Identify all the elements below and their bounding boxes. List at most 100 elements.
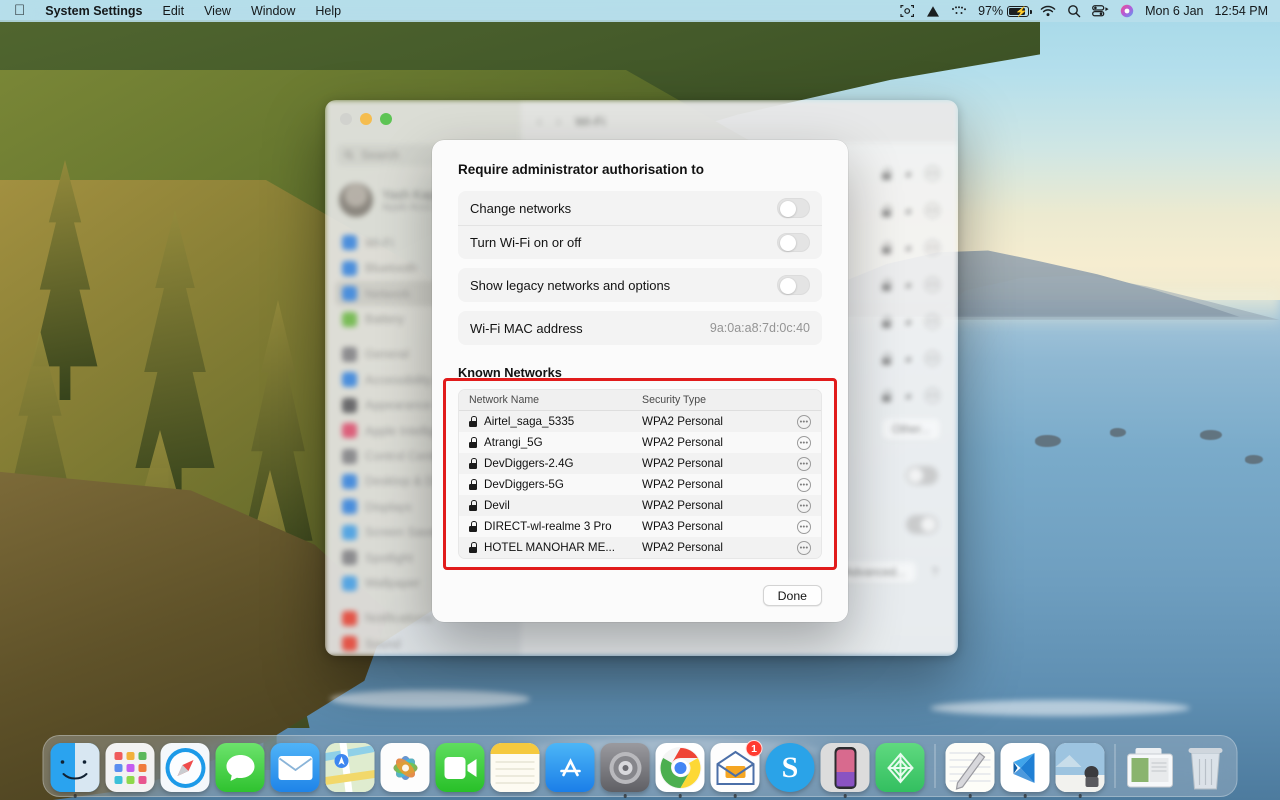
more-info-button[interactable]: ••• [925, 351, 940, 366]
table-row[interactable]: DevDiggers-5G WPA2 Personal ••• [459, 474, 821, 495]
done-button[interactable]: Done [762, 585, 822, 606]
settings-option-toggle[interactable] [906, 466, 938, 485]
sidebar-item-label: Network [365, 286, 411, 301]
menu-bar-date[interactable]: Mon 6 Jan [1145, 4, 1203, 18]
more-options-button[interactable]: ••• [797, 498, 811, 513]
running-indicator [73, 794, 77, 798]
more-info-button[interactable]: ••• [925, 240, 940, 255]
dock-item-textedit[interactable] [945, 743, 995, 798]
wifi-icon[interactable] [1040, 0, 1056, 22]
dock-item-chrome[interactable] [655, 743, 705, 798]
change-networks-toggle[interactable] [777, 198, 810, 218]
show-legacy-networks-toggle[interactable] [777, 275, 810, 295]
dock-item-safari[interactable] [160, 743, 210, 792]
dock-item-launchpad[interactable] [105, 743, 155, 792]
close-button[interactable] [340, 113, 352, 125]
dock-item-facetime[interactable] [435, 743, 485, 792]
table-row[interactable]: Atrangi_5G WPA2 Personal ••• [459, 432, 821, 453]
dock-item-app-store[interactable] [545, 743, 595, 792]
status-dots-icon[interactable] [951, 0, 967, 22]
minimise-button[interactable] [360, 113, 372, 125]
dock-item-preview[interactable] [1055, 743, 1105, 798]
more-info-button[interactable]: ••• [925, 314, 940, 329]
lock-icon [882, 204, 892, 217]
dock-item-maps[interactable] [325, 743, 375, 792]
more-info-button[interactable]: ••• [925, 388, 940, 403]
warning-triangle-icon[interactable] [926, 0, 940, 22]
menu-bar-time[interactable]: 12:54 PM [1214, 4, 1268, 18]
more-options-button[interactable]: ••• [797, 414, 811, 429]
safari-icon [160, 743, 210, 792]
more-info-button[interactable]: ••• [925, 277, 940, 292]
running-indicator [843, 794, 847, 798]
table-row[interactable]: DevDiggers-2.4G WPA2 Personal ••• [459, 453, 821, 474]
cell-security-type: WPA2 Personal [642, 478, 723, 491]
cell-actions: ••• [787, 456, 821, 471]
more-options-button[interactable]: ••• [797, 456, 811, 471]
menu-edit[interactable]: Edit [153, 0, 195, 22]
control-centre-icon[interactable] [1092, 0, 1109, 22]
dock-item-trash[interactable] [1181, 743, 1230, 792]
dock-item-notes[interactable] [490, 743, 540, 792]
table-row[interactable]: Airtel_saga_5335 WPA2 Personal ••• [459, 411, 821, 432]
option-row-show-legacy[interactable]: Show legacy networks and options [458, 268, 822, 302]
green-app-icon [875, 743, 925, 792]
chevron-left-icon[interactable]: ‹ [537, 113, 542, 130]
screenshot-icon[interactable] [900, 0, 915, 22]
menu-help[interactable]: Help [305, 0, 351, 22]
network-icon [342, 286, 357, 302]
menu-bar-left:  System Settings Edit View Window Help [10, 0, 351, 22]
more-options-button[interactable]: ••• [797, 435, 811, 450]
dock-item-mail[interactable] [270, 743, 320, 792]
siri-icon[interactable] [1120, 0, 1134, 22]
displays-icon [342, 499, 357, 515]
dock-item-green-app[interactable] [875, 743, 925, 792]
dock-item-iphone-mirroring[interactable] [820, 743, 870, 798]
settings-option-toggle[interactable] [906, 515, 938, 534]
option-label: Show legacy networks and options [470, 277, 671, 293]
spotlight-search-icon[interactable] [1067, 0, 1081, 22]
dock-item-skype[interactable]: S [765, 743, 815, 792]
more-info-button[interactable]: ••• [925, 203, 940, 218]
control-centre-icon [342, 448, 357, 464]
other-network-button[interactable]: Other... [881, 419, 940, 440]
dock-item-downloads-stack[interactable] [1126, 743, 1175, 792]
lock-icon [882, 352, 892, 365]
cell-network-name: DIRECT-wl-realme 3 Pro [459, 520, 642, 533]
cell-security-type: WPA2 Personal [642, 415, 723, 428]
cell-actions: ••• [787, 414, 821, 429]
zoom-button[interactable] [380, 113, 392, 125]
sidebar-item-label: Accessibility [365, 372, 432, 387]
column-header-network-name: Network Name [469, 394, 540, 406]
more-options-button[interactable]: ••• [797, 540, 811, 555]
battery-status[interactable]: 97% ⚡ [978, 4, 1032, 18]
lock-icon [469, 500, 478, 511]
wifi-signal-icon: ◕ [904, 314, 912, 329]
dock-item-spark-mail[interactable]: 1 [710, 740, 763, 798]
cell-network-name: Atrangi_5G [459, 436, 642, 449]
settings-toolbar: ‹ › Wi-Fi [521, 100, 958, 143]
table-row[interactable]: HOTEL MANOHAR ME... WPA2 Personal ••• [459, 537, 821, 558]
menu-view[interactable]: View [194, 0, 241, 22]
dock-item-photos[interactable] [380, 743, 430, 792]
table-row[interactable]: Devil WPA2 Personal ••• [459, 495, 821, 516]
table-row[interactable]: DIRECT-wl-realme 3 Pro WPA3 Personal ••• [459, 516, 821, 537]
option-row-turn-wifi-on-off[interactable]: Turn Wi-Fi on or off [458, 225, 822, 259]
dock-item-messages[interactable] [215, 743, 265, 792]
menu-system-settings[interactable]: System Settings [35, 0, 152, 22]
sidebar-item-sound[interactable]: Sound [335, 632, 511, 656]
turn-wifi-on-off-toggle[interactable] [777, 232, 810, 253]
dock-item-system-settings[interactable] [600, 743, 650, 798]
more-info-button[interactable]: ••• [925, 166, 940, 181]
chevron-right-icon[interactable]: › [556, 113, 561, 130]
wallpaper-icon [342, 575, 357, 591]
menu-window[interactable]: Window [241, 0, 305, 22]
option-row-change-networks[interactable]: Change networks [458, 191, 822, 225]
help-button[interactable]: ? [932, 567, 938, 579]
more-options-button[interactable]: ••• [797, 519, 811, 534]
apple-logo-icon[interactable]:  [10, 1, 35, 21]
dock-item-finder[interactable] [50, 743, 100, 798]
sound-icon [342, 636, 357, 652]
more-options-button[interactable]: ••• [797, 477, 811, 492]
dock-item-vs-code[interactable] [1000, 743, 1050, 798]
